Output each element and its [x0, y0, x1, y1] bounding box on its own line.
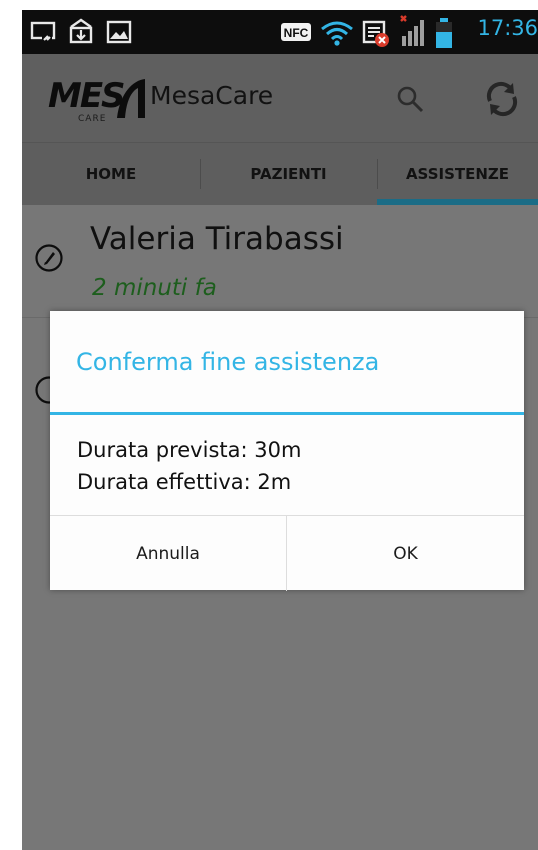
- signal-icon: [398, 14, 428, 52]
- patient-name: Valeria Tirabassi: [90, 221, 344, 257]
- tab-pazienti[interactable]: PAZIENTI: [200, 143, 377, 205]
- search-icon[interactable]: [394, 83, 426, 119]
- nfc-label: NFC: [284, 26, 309, 40]
- confirm-dialog: Conferma fine assistenza Durata prevista…: [50, 311, 524, 591]
- dialog-button-bar: Annulla OK: [50, 515, 524, 591]
- logo-arch-icon: [114, 76, 148, 124]
- tab-assistenze[interactable]: ASSISTENZE: [377, 143, 538, 205]
- cancel-button[interactable]: Annulla: [50, 516, 286, 591]
- refresh-icon[interactable]: [482, 79, 522, 123]
- dialog-title-divider: [50, 412, 524, 415]
- actual-duration: Durata effettiva: 2m: [77, 470, 292, 494]
- expected-duration: Durata prevista: 30m: [77, 438, 302, 462]
- nfc-icon: NFC: [280, 22, 312, 46]
- gallery-icon: [106, 20, 132, 48]
- sms-error-icon: [362, 20, 390, 52]
- tab-pazienti-label: PAZIENTI: [250, 165, 327, 183]
- battery-icon: [434, 17, 454, 53]
- ok-button[interactable]: OK: [287, 516, 524, 591]
- status-time: 17:36: [477, 16, 538, 40]
- tab-assistenze-label: ASSISTENZE: [405, 165, 510, 183]
- logo-subtitle: CARE: [78, 114, 107, 124]
- elapsed-time: 2 minuti fa: [92, 275, 217, 301]
- edit-icon[interactable]: [34, 243, 64, 277]
- tab-bar: HOME PAZIENTI ASSISTENZE: [22, 142, 538, 205]
- dialog-title: Conferma fine assistenza: [76, 348, 380, 376]
- action-bar: MES CARE MesaCare: [22, 54, 538, 142]
- wifi-icon: [320, 20, 354, 50]
- status-bar: NFC 17:36: [22, 10, 538, 54]
- logo-text: MES: [48, 76, 126, 116]
- phone-screen: NFC 17:36 MES CARE MesaCare HOME PAZIENT…: [22, 10, 538, 850]
- app-title: MesaCare: [150, 81, 274, 110]
- tab-home-label: HOME: [85, 165, 137, 183]
- list-item[interactable]: Valeria Tirabassi 2 minuti fa: [22, 205, 538, 317]
- sim-manager-icon: [68, 18, 94, 48]
- tab-home[interactable]: HOME: [22, 143, 200, 205]
- cast-icon: [30, 21, 56, 47]
